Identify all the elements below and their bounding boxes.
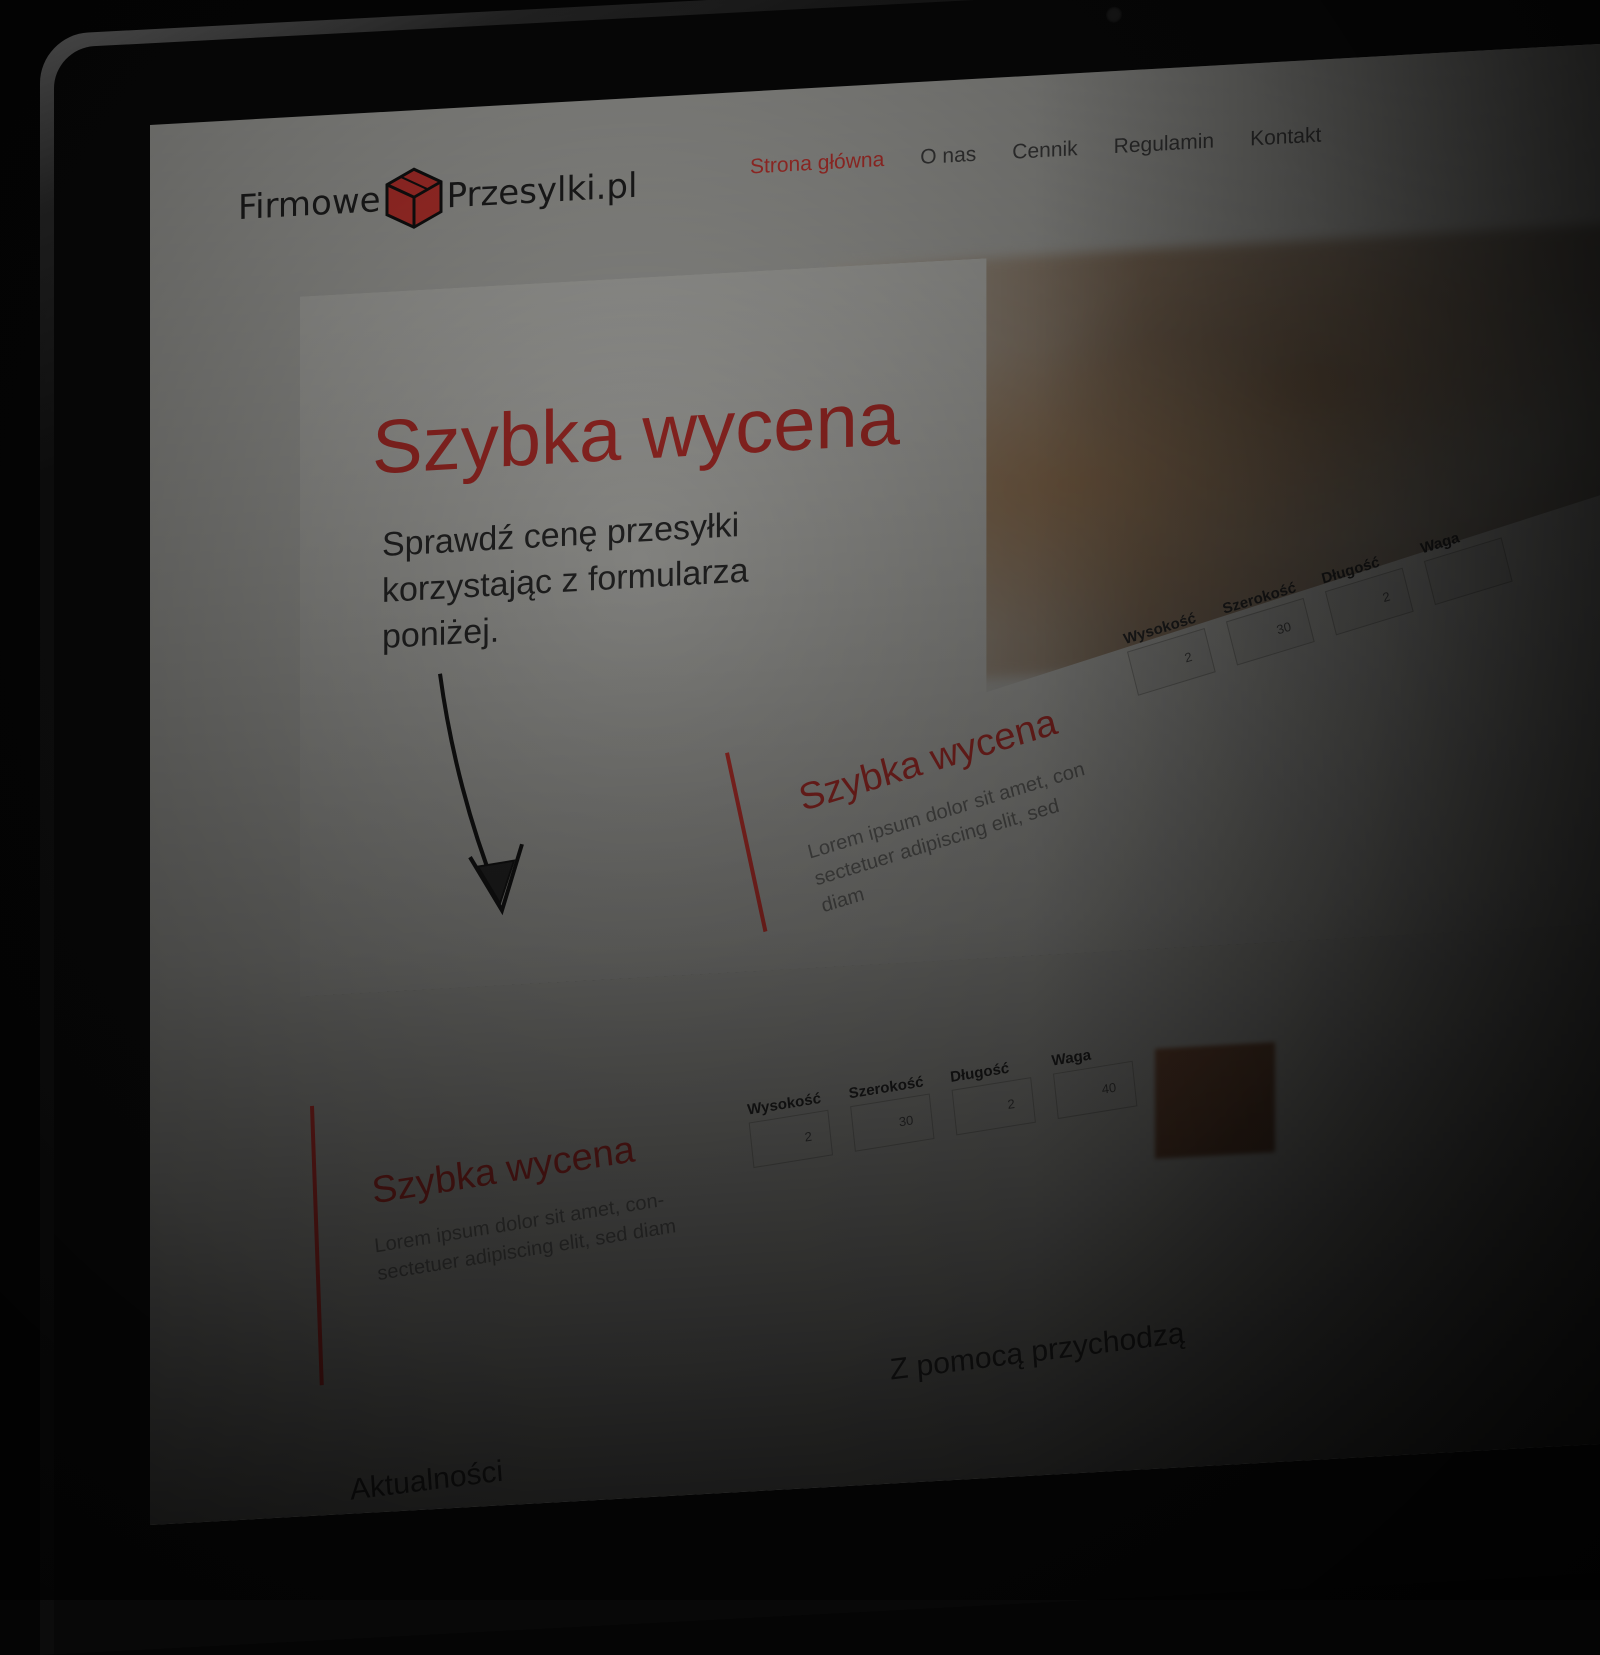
quote2-form: Wysokość 2 Szerokość 30 Długość 2 Waga 4… <box>746 1040 1138 1169</box>
package-image <box>1155 1042 1275 1159</box>
weight-field: Waga 40 <box>1051 1040 1138 1120</box>
logo-left-text: Firmowe <box>238 180 381 229</box>
length-input[interactable]: 2 <box>951 1077 1036 1136</box>
bottom-section-title: Z pomocą przychodzą <box>888 1316 1186 1387</box>
website-screen: Firmowe Przesylki.pl Strona główna O nas… <box>150 42 1600 1526</box>
width-field: Szerokość 30 <box>848 1073 935 1152</box>
height-field: Wysokość 2 <box>746 1089 834 1169</box>
nav-item-terms[interactable]: Regulamin <box>1114 130 1214 160</box>
length-field: Długość 2 <box>949 1056 1036 1136</box>
logo-right-text: Przesylki.pl <box>446 165 638 217</box>
nav-item-pricing[interactable]: Cennik <box>1012 137 1077 165</box>
weight-input[interactable]: 40 <box>1053 1060 1138 1120</box>
height-input[interactable]: 2 <box>748 1109 834 1169</box>
hand-drawn-arrow-icon <box>438 673 524 916</box>
package-box-icon <box>385 166 443 231</box>
width-input[interactable]: 30 <box>850 1093 935 1152</box>
quote2-red-divider <box>310 1105 324 1386</box>
nav-item-home[interactable]: Strona główna <box>750 148 884 180</box>
site-logo[interactable]: Firmowe Przesylki.pl <box>238 146 637 248</box>
hero-subtitle: Sprawdź cenę przesyłki korzystając z for… <box>382 506 749 657</box>
nav-item-about[interactable]: O nas <box>920 143 976 170</box>
news-heading: Aktualności <box>348 1454 505 1507</box>
main-nav: Strona główna O nas Cennik Regulamin Kon… <box>750 124 1321 180</box>
nav-item-contact[interactable]: Kontakt <box>1250 124 1321 152</box>
